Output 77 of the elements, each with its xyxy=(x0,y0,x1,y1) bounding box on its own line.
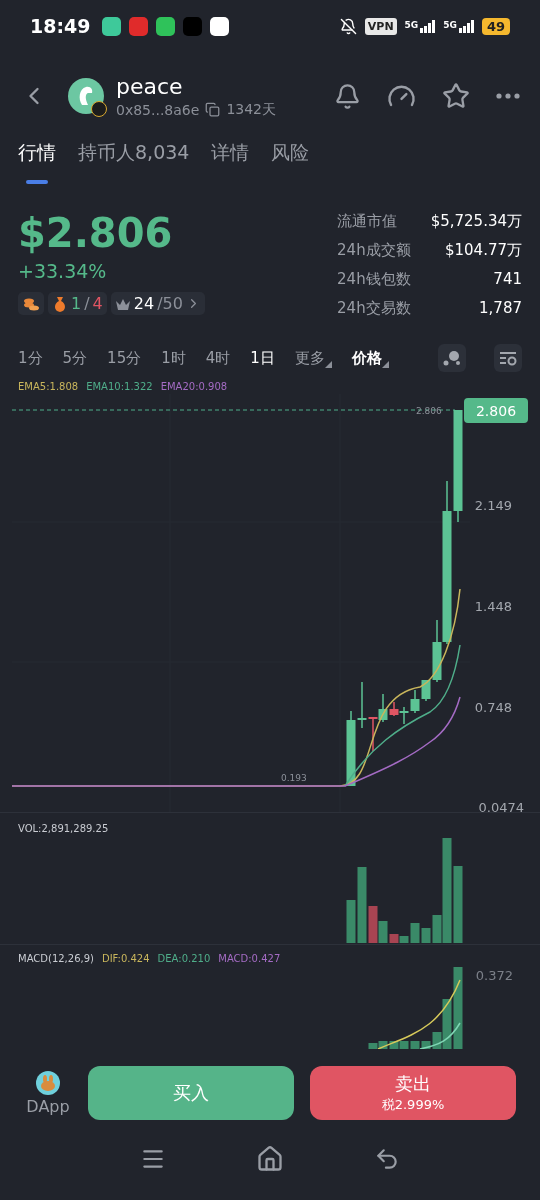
tab[interactable]: 行情 xyxy=(18,140,56,176)
ema-legend: EMA5:1.808 xyxy=(18,380,79,392)
dropdown-triangle-icon xyxy=(324,360,332,368)
tab[interactable]: 详情 xyxy=(211,140,250,176)
token-name: peace xyxy=(116,73,184,99)
copy-icon[interactable] xyxy=(205,102,221,117)
timeframe-tab[interactable]: 5分 xyxy=(62,348,94,368)
vpn-badge: VPN xyxy=(364,17,397,35)
candle xyxy=(399,706,409,725)
token-price: $2.806 xyxy=(18,210,174,256)
candle xyxy=(410,689,420,714)
axis-label: 1.448 xyxy=(474,599,512,614)
stat-label: 流通市值 xyxy=(337,212,399,231)
timeframe-tab[interactable]: 15分 xyxy=(107,348,148,368)
candle xyxy=(368,717,378,752)
timeframe-tab[interactable]: 1分 xyxy=(18,348,49,368)
stat-value: 741 xyxy=(492,270,522,289)
signal-indicator: 5G xyxy=(443,19,474,33)
clock: 18:49 xyxy=(30,15,91,37)
stat-label: 24h成交额 xyxy=(337,241,411,260)
macd-legend: MACD:0.427 xyxy=(218,952,281,964)
more-button[interactable] xyxy=(496,93,520,99)
dapp-button[interactable]: DApp xyxy=(24,1070,72,1116)
dropdown-button[interactable]: 价格 xyxy=(351,348,395,368)
notification-icon xyxy=(102,16,122,36)
volume-legend: VOL:2,891,289.25 xyxy=(18,822,109,834)
macd-legend: DIF:0.424 xyxy=(101,952,150,964)
timeframe-tab[interactable]: 1日 xyxy=(250,348,281,368)
axis-label: 0.372 xyxy=(475,968,513,983)
tab[interactable]: 持币人8,034 xyxy=(78,140,190,176)
stat-value: $5,725.34万 xyxy=(430,212,522,231)
stat-value: 1,787 xyxy=(478,299,522,318)
money-bag-icon xyxy=(52,294,68,313)
ema-legend: EMA10:1.322 xyxy=(86,380,153,392)
stat-value: $104.77万 xyxy=(443,241,522,260)
notification-icon xyxy=(156,16,176,36)
tab[interactable]: 风险 xyxy=(271,140,310,176)
axis-label: 0.0474 xyxy=(478,800,524,812)
notification-icon xyxy=(210,16,230,36)
last-price-label: 2.806 xyxy=(416,406,442,416)
timeframe-tab[interactable]: 1时 xyxy=(161,348,192,368)
macd-legend: MACD(12,26,9) xyxy=(18,952,94,964)
bell-icon xyxy=(334,82,361,110)
battery-indicator: 49 xyxy=(481,17,510,35)
settings-icon xyxy=(499,350,517,366)
dots-icon xyxy=(443,350,461,366)
notification-icon xyxy=(129,16,149,36)
token-age: 1342天 xyxy=(226,100,276,119)
timeframe-tab[interactable]: 4时 xyxy=(205,348,237,368)
contract-address: 0x85...8a6e xyxy=(116,101,200,118)
macd-legend: DEA:0.210 xyxy=(157,952,211,964)
coin-stack-icon[interactable] xyxy=(18,292,44,315)
favorite-button[interactable] xyxy=(442,82,470,110)
axis-label: 2.149 xyxy=(474,498,512,513)
dropdown-button[interactable]: 更多 xyxy=(294,348,338,368)
signal-indicator: 5G xyxy=(404,19,436,33)
home-icon[interactable] xyxy=(256,1144,284,1173)
stat-label: 24h交易数 xyxy=(337,299,411,318)
dropdown-triangle-icon xyxy=(381,360,389,368)
rank-chip[interactable]: 24 /50 xyxy=(110,292,205,315)
sell-button[interactable]: 卖出 税2.999% xyxy=(310,1066,516,1120)
stat-label: 24h钱包数 xyxy=(337,270,411,289)
axis-label: 0.748 xyxy=(474,700,512,715)
chart-settings-button[interactable] xyxy=(494,344,522,372)
silent-icon xyxy=(339,17,357,35)
tab-indicator xyxy=(26,180,48,184)
ema-legend: EMA20:0.908 xyxy=(160,380,228,392)
indicator-button[interactable] xyxy=(438,344,466,372)
holder-ratio-chip[interactable]: 1 / 4 xyxy=(48,292,107,315)
price-change: +33.34% xyxy=(18,260,108,282)
rabbit-icon xyxy=(36,1070,60,1095)
star-icon xyxy=(442,82,470,110)
notification-button[interactable] xyxy=(334,82,361,110)
notification-icon xyxy=(183,16,203,36)
low-price-label: 0.193 xyxy=(281,773,307,783)
more-icon xyxy=(496,93,520,99)
price-tag: 2.806 xyxy=(464,398,528,423)
